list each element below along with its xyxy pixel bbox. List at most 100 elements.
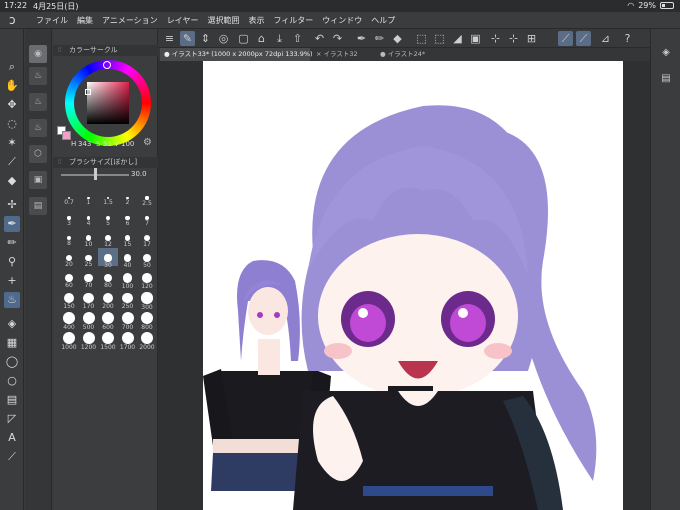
- pen-icon[interactable]: ✒: [4, 216, 20, 232]
- brush-size-option[interactable]: 50: [137, 248, 157, 269]
- blend-icon[interactable]: ♨: [4, 292, 20, 308]
- brush-size-option[interactable]: 150: [59, 288, 79, 310]
- pen-shortcut-icon[interactable]: ✒: [354, 31, 369, 46]
- grid-icon[interactable]: ⊞: [524, 31, 539, 46]
- brush-size-option[interactable]: 1.5: [98, 188, 118, 206]
- navigator-icon[interactable]: ▤: [659, 73, 673, 87]
- help-icon[interactable]: ?: [620, 31, 635, 46]
- pencil-shortcut-icon[interactable]: ✏: [372, 31, 387, 46]
- saturation-value-square[interactable]: [87, 82, 129, 124]
- brush-size-option[interactable]: 400: [59, 308, 79, 331]
- hand-icon[interactable]: ✋: [4, 78, 20, 94]
- brush-size-option[interactable]: 40: [118, 248, 138, 269]
- tab-illust33[interactable]: ● イラスト33* (1000 x 2000px 72dpi 133.9%): [160, 48, 313, 61]
- color-settings-icon[interactable]: ⚙: [143, 137, 152, 148]
- menu-help[interactable]: ヘルプ: [371, 15, 395, 26]
- brush-size-option[interactable]: 120: [137, 268, 157, 290]
- speech-bubble-icon[interactable]: ◯: [4, 354, 20, 370]
- layers-icon[interactable]: ◈: [659, 47, 673, 61]
- eyedropper-icon[interactable]: ⟋: [4, 154, 20, 170]
- airbrush-icon[interactable]: +: [4, 273, 20, 289]
- menu-file[interactable]: ファイル: [36, 15, 68, 26]
- brush-size-option[interactable]: 700: [118, 308, 138, 331]
- menu-window[interactable]: ウィンドウ: [322, 15, 362, 26]
- brush-size-option[interactable]: 6: [118, 208, 138, 227]
- brush-size-option[interactable]: 15: [118, 228, 138, 248]
- text-icon[interactable]: A: [4, 430, 20, 446]
- canvas-paper[interactable]: [203, 61, 623, 510]
- open-folder-icon[interactable]: ⌂: [254, 31, 269, 46]
- brush-size-option[interactable]: 800: [137, 308, 157, 331]
- brush-size-option[interactable]: 500: [79, 308, 99, 331]
- menu-filter[interactable]: フィルター: [273, 15, 313, 26]
- sv-marker[interactable]: [85, 89, 91, 95]
- undo-icon[interactable]: ↶: [312, 31, 327, 46]
- sub-color-swatch[interactable]: [62, 131, 71, 140]
- brush-size-option[interactable]: 5: [98, 208, 118, 227]
- brush-size-option[interactable]: 80: [98, 268, 118, 289]
- pencil-icon[interactable]: ✏: [4, 235, 20, 251]
- brush-size-option[interactable]: 25: [79, 248, 99, 268]
- chevron-updown-icon[interactable]: ⇕: [198, 31, 213, 46]
- brush-size-option[interactable]: 600: [98, 308, 118, 331]
- color-wheel[interactable]: [65, 60, 151, 146]
- brush-size-option[interactable]: 4: [79, 208, 99, 227]
- magic-wand-icon[interactable]: ✶: [4, 135, 20, 151]
- brush-size-option[interactable]: 60: [59, 268, 79, 289]
- brush-size-option[interactable]: 0.7: [59, 188, 79, 206]
- fill-icon[interactable]: ◈: [4, 316, 20, 332]
- menu-view[interactable]: 表示: [248, 15, 264, 26]
- move-layer-icon[interactable]: ✥: [4, 97, 20, 113]
- menu-selection[interactable]: 選択範囲: [207, 15, 239, 26]
- brush-size-value[interactable]: 30.0: [131, 170, 147, 178]
- lasso-icon[interactable]: ◌: [4, 116, 20, 132]
- brush-size-option[interactable]: 8: [59, 228, 79, 247]
- brush-size-option[interactable]: 1: [79, 188, 99, 206]
- menu-edit[interactable]: 編集: [77, 15, 93, 26]
- brush-size-option[interactable]: 7: [137, 208, 157, 227]
- correct-line-icon[interactable]: ⟋: [4, 449, 20, 465]
- brush-size-option[interactable]: 17: [137, 228, 157, 248]
- brush-size-knob[interactable]: [94, 168, 97, 180]
- brush-size-option[interactable]: 30: [98, 248, 118, 269]
- subtool-panel-icon[interactable]: ▤: [29, 197, 47, 215]
- clear-icon[interactable]: ▣: [468, 31, 483, 46]
- fill-shortcut-icon[interactable]: ◢: [450, 31, 465, 46]
- brush-size-option[interactable]: 1000: [59, 328, 79, 351]
- select-all-icon[interactable]: ⬚: [414, 31, 429, 46]
- brush-size-option[interactable]: 3: [59, 208, 79, 227]
- eraser-shortcut-icon[interactable]: ◆: [390, 31, 405, 46]
- brush-size-option[interactable]: 20: [59, 248, 79, 268]
- brush-size-option[interactable]: 2000: [137, 328, 157, 351]
- snap-icon[interactable]: ⟋: [576, 31, 591, 46]
- brush-size-option[interactable]: 1500: [98, 328, 118, 351]
- brush-size-option[interactable]: 250: [118, 288, 138, 310]
- crop-icon[interactable]: ⊹: [506, 31, 521, 46]
- subtool-texture-icon[interactable]: ▣: [29, 171, 47, 189]
- hue-marker[interactable]: [103, 61, 111, 69]
- save-icon[interactable]: ⤓: [272, 31, 287, 46]
- transform-icon[interactable]: ✢: [4, 197, 20, 213]
- new-canvas-icon[interactable]: ▢: [236, 31, 251, 46]
- frame-icon[interactable]: ▤: [4, 392, 20, 408]
- export-icon[interactable]: ⇧: [290, 31, 305, 46]
- brush-size-option[interactable]: 300: [137, 288, 157, 311]
- brush-size-option[interactable]: 200: [98, 288, 118, 310]
- subtool-blend-icon[interactable]: ♨: [29, 67, 47, 85]
- menu-animation[interactable]: アニメーション: [102, 15, 158, 26]
- brush-icon[interactable]: ⚲: [4, 254, 20, 270]
- zoom-icon[interactable]: ⌕: [4, 59, 20, 75]
- eraser-icon[interactable]: ◆: [4, 173, 20, 189]
- subtool-smudge-icon[interactable]: ♨: [29, 93, 47, 111]
- hamburger-icon[interactable]: ≡: [162, 31, 177, 46]
- subtool-copy-icon[interactable]: ♨: [29, 119, 47, 137]
- brush-size-option[interactable]: 2: [118, 188, 138, 206]
- brush-size-option[interactable]: 12: [98, 228, 118, 248]
- app-logo-icon[interactable]: ↄ: [9, 13, 16, 27]
- circle-icon[interactable]: ○: [4, 373, 20, 389]
- tab-illust32[interactable]: × イラスト32: [312, 48, 374, 61]
- menu-layer[interactable]: レイヤー: [167, 15, 199, 26]
- redo-icon[interactable]: ↷: [330, 31, 345, 46]
- brush-size-option[interactable]: 100: [118, 268, 138, 290]
- color-panel-header[interactable]: ⦙⦙ カラーサークル: [53, 45, 158, 56]
